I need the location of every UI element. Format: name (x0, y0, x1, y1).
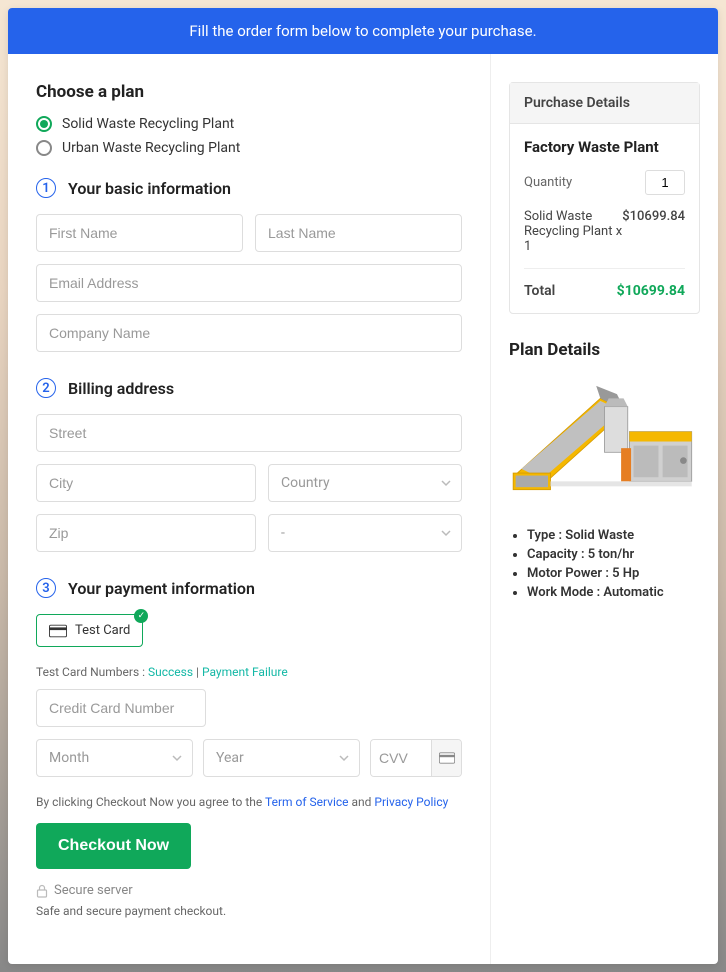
city-input[interactable] (36, 464, 256, 502)
plan-option-urban[interactable]: Urban Waste Recycling Plant (36, 140, 462, 156)
spec-item: Type : Solid Waste (527, 528, 700, 543)
line-item-name: Solid Waste Recycling Plant x 1 (524, 209, 622, 254)
total-label: Total (524, 283, 555, 299)
tos-text: By clicking Checkout Now you agree to th… (36, 795, 462, 809)
spec-list: Type : Solid Waste Capacity : 5 ton/hr M… (527, 528, 700, 600)
test-card-box[interactable]: ✓ Test Card (36, 614, 143, 647)
email-input[interactable] (36, 264, 462, 302)
purchase-plan-name: Factory Waste Plant (524, 138, 685, 156)
plan-option-label: Urban Waste Recycling Plant (62, 140, 240, 156)
machine-image (509, 374, 700, 514)
quantity-input[interactable] (645, 170, 685, 195)
step3-header: 3 Your payment information (36, 578, 462, 598)
step2-header: 2 Billing address (36, 378, 462, 398)
plan-details-title: Plan Details (509, 340, 700, 360)
last-name-input[interactable] (255, 214, 462, 252)
secure-server: Secure server (36, 883, 462, 898)
zip-input[interactable] (36, 514, 256, 552)
safe-note: Safe and secure payment checkout. (36, 904, 462, 918)
street-input[interactable] (36, 414, 462, 452)
failure-link[interactable]: Payment Failure (202, 665, 288, 679)
purchase-details-box: Purchase Details Factory Waste Plant Qua… (509, 82, 700, 314)
spec-item: Capacity : 5 ton/hr (527, 547, 700, 562)
credit-card-input[interactable] (36, 689, 206, 727)
total-price: $10699.84 (617, 283, 685, 299)
step3-title: Your payment information (68, 579, 255, 598)
company-input[interactable] (36, 314, 462, 352)
first-name-input[interactable] (36, 214, 243, 252)
quantity-label: Quantity (524, 175, 572, 190)
step1-title: Your basic information (68, 179, 231, 198)
check-icon: ✓ (134, 609, 148, 623)
year-select[interactable]: Year (203, 739, 360, 777)
cvv-input[interactable] (371, 740, 431, 776)
month-select[interactable]: Month (36, 739, 193, 777)
test-card-note: Test Card Numbers : Success | Payment Fa… (36, 665, 462, 679)
card-label: Test Card (75, 623, 130, 638)
cvv-card-icon (431, 740, 461, 776)
step-number-icon: 1 (36, 178, 56, 198)
purchase-details-header: Purchase Details (510, 83, 699, 124)
step2-title: Billing address (68, 379, 174, 398)
checkout-button[interactable]: Checkout Now (36, 823, 191, 869)
lock-icon (36, 884, 48, 898)
step1-header: 1 Your basic information (36, 178, 462, 198)
plan-option-solid[interactable]: Solid Waste Recycling Plant (36, 116, 462, 132)
step-number-icon: 3 (36, 578, 56, 598)
line-item-price: $10699.84 (622, 209, 685, 254)
spec-item: Motor Power : 5 Hp (527, 566, 700, 581)
state-select[interactable]: - (268, 514, 462, 552)
radio-icon (36, 116, 52, 132)
plan-radio-group: Solid Waste Recycling Plant Urban Waste … (36, 116, 462, 156)
radio-icon (36, 140, 52, 156)
choose-plan-title: Choose a plan (36, 82, 462, 102)
banner: Fill the order form below to complete yo… (8, 8, 718, 54)
credit-card-icon (49, 624, 67, 638)
terms-link[interactable]: Term of Service (265, 795, 349, 809)
cvv-input-wrap (370, 739, 462, 777)
step-number-icon: 2 (36, 378, 56, 398)
country-select[interactable]: Country (268, 464, 462, 502)
spec-item: Work Mode : Automatic (527, 585, 700, 600)
plan-option-label: Solid Waste Recycling Plant (62, 116, 234, 132)
privacy-link[interactable]: Privacy Policy (374, 795, 448, 809)
success-link[interactable]: Success (148, 665, 193, 679)
